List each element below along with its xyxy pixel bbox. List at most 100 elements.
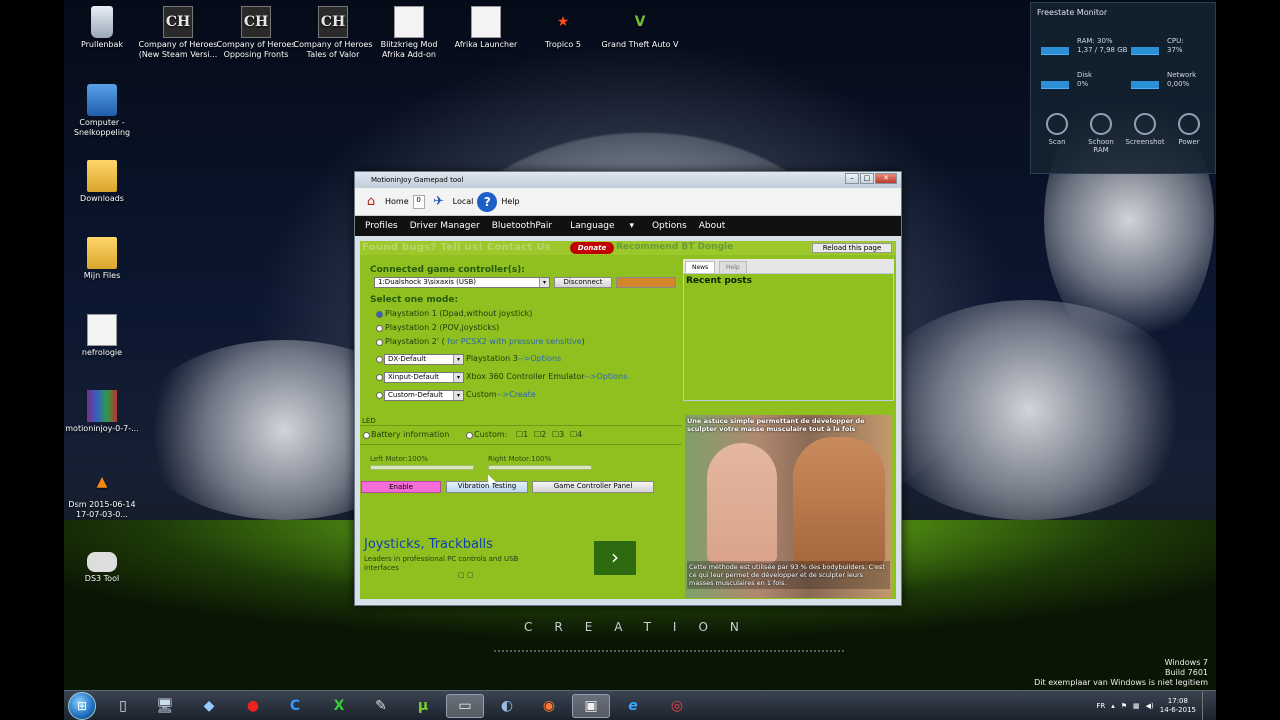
ps3-profile-select[interactable]: DX-Default ▾ <box>384 354 464 365</box>
volume-icon[interactable]: ◀) <box>1146 702 1154 710</box>
gadget-metric: Disk 0% <box>1041 69 1129 91</box>
mode-radio-ps2-pressure[interactable] <box>376 339 383 346</box>
ad-pager[interactable]: ▢ ▢ <box>458 571 473 579</box>
language-indicator[interactable]: FR <box>1096 702 1105 710</box>
donate-button[interactable]: Donate <box>570 242 614 254</box>
gamepad-icon: ▣ <box>584 698 598 714</box>
mode-label-ps3: Playstation 3-->Options <box>466 354 562 363</box>
menu-profiles[interactable]: Profiles <box>365 221 398 231</box>
desktop-icon-blitzkrieg[interactable]: Blitzkrieg Mod Afrika Add-on <box>369 6 449 60</box>
taskbar-item[interactable]: ◉ <box>530 694 568 718</box>
menu-options[interactable]: Options <box>652 221 687 231</box>
desktop-icon-coh-tov[interactable]: CH Company of Heroes Tales of Valor <box>293 6 373 60</box>
menu-about[interactable]: About <box>699 221 726 231</box>
taskbar-item-active[interactable]: ▭ <box>446 694 484 718</box>
taskbar-item[interactable]: 🖥 <box>146 694 184 718</box>
flag-icon[interactable]: ⚑ <box>1121 702 1127 710</box>
desktop-icon-afrika[interactable]: Afrika Launcher <box>446 6 526 50</box>
help-icon[interactable]: ? <box>477 191 498 212</box>
desktop-icon-computer[interactable]: Computer - Snelkoppeling <box>64 84 142 138</box>
desktop-icon-gta[interactable]: V Grand Theft Auto V <box>600 6 680 50</box>
show-desktop-button[interactable] <box>1202 691 1212 720</box>
desktop-icon-mijn-files[interactable]: Mijn Files <box>64 237 142 281</box>
right-motor-slider[interactable] <box>488 465 592 470</box>
mode-radio-custom[interactable] <box>376 392 383 399</box>
help-button[interactable]: Help <box>501 197 519 206</box>
taskbar-item[interactable]: ◆ <box>190 694 228 718</box>
home-button[interactable]: Home <box>385 197 409 206</box>
desktop-icon-downloads[interactable]: Downloads <box>64 160 142 204</box>
minimize-button[interactable]: – <box>845 173 859 184</box>
taskbar-item[interactable]: µ <box>404 694 442 718</box>
gadget-ram-button[interactable]: Schoon RAM <box>1081 113 1121 154</box>
local-icon[interactable]: ✈ <box>429 192 449 212</box>
ad-bodybuilding[interactable]: Une astuce simple permettant de développ… <box>685 415 892 598</box>
taskbar-item[interactable]: e <box>614 694 652 718</box>
menu-bluetoothpair[interactable]: BluetoothPair <box>492 221 552 231</box>
taskbar-item-active[interactable]: ▣ <box>572 694 610 718</box>
desktop-icon-coh-steam[interactable]: CH Company of Heroes (New Steam Versi... <box>138 6 218 60</box>
menu-language[interactable]: Language ▾ <box>564 221 640 231</box>
pillarbox-left <box>0 0 64 720</box>
mode-radio-ps1[interactable] <box>376 311 383 318</box>
led-checkbox-3[interactable]: ☐3 <box>552 430 564 439</box>
taskbar-item[interactable]: ● <box>234 694 272 718</box>
taskbar-item[interactable]: ◎ <box>658 694 696 718</box>
clock[interactable]: 17:08 14-6-2015 <box>1160 697 1196 715</box>
desktop-icon-motioninjoy[interactable]: motioninjoy-0-7-... <box>64 390 142 434</box>
coh-icon: CH <box>163 6 193 38</box>
xinput-profile-select[interactable]: Xinput-Default ▾ <box>384 372 464 383</box>
right-motor-label: Right Motor:100% <box>488 455 552 463</box>
taskbar-item[interactable]: ◐ <box>488 694 526 718</box>
mode-radio-ps2[interactable] <box>376 325 383 332</box>
led-checkbox-4[interactable]: ☐4 <box>570 430 582 439</box>
tab-help[interactable]: Help <box>719 261 747 273</box>
taskbar-item[interactable]: X <box>320 694 358 718</box>
maximize-button[interactable]: □ <box>860 173 874 184</box>
window-titlebar[interactable]: MotioninJoy Gamepad tool – □ ✕ <box>355 172 901 188</box>
close-button[interactable]: ✕ <box>875 173 897 184</box>
enable-button[interactable]: Enable <box>361 481 441 493</box>
local-button[interactable]: Local <box>453 197 474 206</box>
mode-radio-xbox[interactable] <box>376 374 383 381</box>
gadget-screenshot-button[interactable]: Screenshot <box>1125 113 1165 146</box>
taskbar-item[interactable]: C <box>276 694 314 718</box>
start-orb-icon[interactable]: ⊞ <box>68 692 96 720</box>
document-icon: ▯ <box>119 698 127 714</box>
gadget-metric: Network 0,00% <box>1131 69 1216 91</box>
custom-led-radio[interactable] <box>466 432 473 439</box>
menu-driver-manager[interactable]: Driver Manager <box>410 221 480 231</box>
custom-profile-select[interactable]: Custom-Default ▾ <box>384 390 464 401</box>
desktop-icon-ds3tool[interactable]: DS3 Tool <box>64 544 142 584</box>
desktop-icon-tropico[interactable]: ★ Tropico 5 <box>523 6 603 50</box>
reload-page-button[interactable]: Reload this page <box>812 243 892 253</box>
gadget-scan-button[interactable]: Scan <box>1037 113 1077 146</box>
contact-link[interactable]: Found bugs? Tell us! Contact Us <box>362 242 551 253</box>
tray-expand-icon[interactable]: ▴ <box>1111 702 1115 710</box>
ad-headline: Une astuce simple permettant de développ… <box>687 417 865 433</box>
taskbar-item[interactable]: ▯ <box>104 694 142 718</box>
ad-arrow-button[interactable]: › <box>594 541 636 575</box>
taskbar-item[interactable]: ✎ <box>362 694 400 718</box>
home-icon[interactable]: ⌂ <box>361 192 381 212</box>
game-controller-panel-button[interactable]: Game Controller Panel <box>532 481 654 493</box>
left-motor-slider[interactable] <box>370 465 474 470</box>
ad-title[interactable]: Joysticks, Trackballs <box>364 537 493 552</box>
gadget-power-button[interactable]: Power <box>1169 113 1209 146</box>
desktop-icon-nefrologie[interactable]: nefrologie <box>64 314 142 358</box>
select-mode-title: Select one mode: <box>370 295 459 305</box>
recommend-dongle-link[interactable]: Recommend BT Dongle <box>616 242 733 252</box>
tab-news[interactable]: News <box>685 261 716 273</box>
ad-joysticks[interactable]: Joysticks, Trackballs Leaders in profess… <box>360 537 682 593</box>
led-checkbox-2[interactable]: ☐2 <box>534 430 546 439</box>
led-checkbox-1[interactable]: ☐1 <box>516 430 528 439</box>
mode-radio-ps3[interactable] <box>376 356 383 363</box>
desktop-icon-coh-of[interactable]: CH Company of Heroes Opposing Fronts <box>216 6 296 60</box>
desktop-icon-video[interactable]: ▲ Dsm 2015-06-14 17-07-03-0... <box>64 466 142 520</box>
network-icon[interactable]: ▦ <box>1133 702 1140 710</box>
desktop-icon-recycle-bin[interactable]: Prullenbak <box>64 6 142 50</box>
disconnect-button[interactable]: Disconnect <box>554 277 612 288</box>
battery-radio[interactable] <box>363 432 370 439</box>
controller-select[interactable]: 1:Dualshock 3\sixaxis (USB) ▾ <box>374 277 550 288</box>
utorrent-icon: µ <box>417 698 429 714</box>
